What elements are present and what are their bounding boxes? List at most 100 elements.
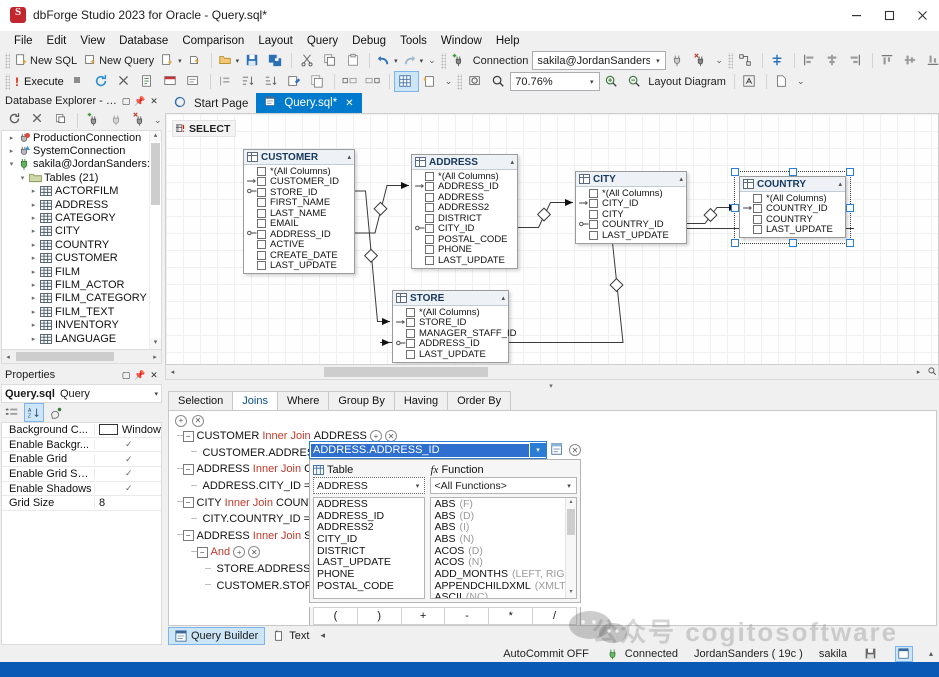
undo-button[interactable]: ▾	[374, 51, 400, 70]
diagram-column[interactable]: *(All Columns)	[412, 171, 517, 182]
property-row[interactable]: Background C...Window	[2, 423, 161, 438]
column-checkbox[interactable]	[406, 318, 415, 327]
column-checkbox[interactable]	[257, 167, 266, 176]
tree-expander-icon[interactable]: ▸	[28, 308, 39, 316]
diagram-column[interactable]: ADDRESS	[412, 192, 517, 203]
column-checkbox[interactable]	[257, 198, 266, 207]
scroll-left-icon[interactable]: ◂	[166, 368, 179, 376]
diagram-column[interactable]: LAST_UPDATE	[576, 230, 686, 241]
sort-asc-button[interactable]	[238, 72, 261, 91]
tree-node[interactable]: ▸CUSTOMER	[2, 252, 161, 265]
tab-having[interactable]: Having	[394, 391, 448, 410]
pin-icon[interactable]: 📌	[133, 94, 147, 108]
function-list-item[interactable]: ABS(D)	[431, 510, 576, 522]
checkbox-icon[interactable]: ✓	[125, 440, 134, 449]
column-checkbox[interactable]	[406, 350, 415, 359]
tree-node[interactable]: ▸ProductionConnection	[2, 131, 161, 144]
function-list-item[interactable]: ABS(F)	[431, 498, 576, 510]
column-checkbox[interactable]	[257, 209, 266, 218]
property-row[interactable]: Enable Grid Snap✓	[2, 467, 161, 482]
column-list-item[interactable]: LAST_UPDATE	[314, 556, 424, 568]
column-checkbox[interactable]	[425, 245, 434, 254]
collapse-icon[interactable]: ▴	[679, 175, 683, 183]
expander-icon[interactable]: −	[183, 431, 194, 442]
format-sql-button[interactable]	[183, 72, 206, 91]
tab-joins[interactable]: Joins	[232, 391, 278, 410]
add-connection-button[interactable]	[82, 111, 105, 130]
tree-node[interactable]: ▸FILM_TEXT	[2, 305, 161, 318]
float-window-icon[interactable]: ▢	[119, 94, 133, 108]
function-list-item[interactable]: ASCII(NC)	[431, 592, 576, 600]
tree-expander-icon[interactable]: ▸	[28, 227, 39, 235]
scroll-right-icon[interactable]: ▸	[149, 353, 161, 361]
property-row[interactable]: Enable Shadows✓	[2, 482, 161, 497]
tree-node[interactable]: ▸FILM_CATEGORY	[2, 292, 161, 305]
properties-grid[interactable]: Background C...WindowEnable Backgr...✓En…	[1, 422, 162, 645]
menu-edit[interactable]: Edit	[40, 33, 74, 49]
diagram-column[interactable]: CITY_ID	[412, 224, 517, 235]
database-tree[interactable]: ▸ProductionConnection▸SystemConnection▾s…	[1, 130, 162, 350]
column-list-item[interactable]: ADDRESS	[314, 498, 424, 510]
column-list-item[interactable]: CITY_ID	[314, 533, 424, 545]
column-checkbox[interactable]	[589, 231, 598, 240]
diagram-column[interactable]: STORE_ID	[244, 187, 354, 198]
add-condition-icon[interactable]: +	[233, 546, 245, 558]
operator-button[interactable]: *	[489, 608, 533, 624]
cut-button[interactable]	[296, 51, 319, 70]
column-checkbox[interactable]	[257, 188, 266, 197]
show-all-columns-button[interactable]	[339, 72, 362, 91]
chevron-down-icon[interactable]: ▾	[178, 57, 182, 65]
resize-handle[interactable]	[731, 239, 739, 247]
tab-selection[interactable]: Selection	[168, 391, 233, 410]
diagram-column[interactable]: *(All Columns)	[576, 188, 686, 199]
tree-node[interactable]: ▾sakila@JordanSanders:ORACL	[2, 158, 161, 171]
column-list-item[interactable]: ADDRESS2	[314, 521, 424, 533]
alphabetical-view-button[interactable]: AZ	[24, 403, 44, 422]
tree-node[interactable]: ▸ADDRESS	[2, 198, 161, 211]
chevron-down-icon[interactable]: ▾	[584, 78, 599, 86]
column-checkbox[interactable]	[257, 230, 266, 239]
collapse-icon[interactable]: ▴	[510, 158, 514, 166]
diagram-column[interactable]: MANAGER_STAFF_ID	[393, 328, 508, 339]
diagram-column[interactable]: LAST_NAME	[244, 208, 354, 219]
align-right-button[interactable]	[845, 51, 868, 70]
diagram-column[interactable]: LAST_UPDATE	[244, 261, 354, 272]
function-filter-select[interactable]: <All Functions> ▾	[430, 477, 577, 494]
resize-handle[interactable]	[846, 239, 854, 247]
chevron-down-icon[interactable]: ▾	[562, 482, 576, 490]
diagram-column[interactable]: STORE_ID	[393, 318, 508, 329]
tree-expander-icon[interactable]: ▸	[28, 241, 39, 249]
expander-icon[interactable]: −	[197, 547, 208, 558]
indent-button[interactable]	[215, 72, 238, 91]
select-statement-chip[interactable]: SELECT	[172, 120, 236, 137]
tree-expander-icon[interactable]: ▾	[6, 160, 17, 168]
tree-expander-icon[interactable]: ▸	[6, 147, 17, 155]
tree-expander-icon[interactable]: ▸	[28, 268, 39, 276]
tree-expander-icon[interactable]: ▸	[28, 214, 39, 222]
column-checkbox[interactable]	[589, 210, 598, 219]
zoom-in-button[interactable]	[600, 72, 623, 91]
property-value-cell[interactable]: ✓	[94, 469, 161, 478]
save-all-button[interactable]	[264, 51, 287, 70]
auto-layout-button[interactable]	[735, 51, 758, 70]
align-middle-button[interactable]	[822, 51, 845, 70]
close-button[interactable]	[906, 0, 939, 30]
column-checkbox[interactable]	[257, 219, 266, 228]
tree-node[interactable]: ▸LANGUAGE	[2, 332, 161, 345]
column-checkbox[interactable]	[425, 172, 434, 181]
diagram-table[interactable]: STORE▴*(All Columns)STORE_IDMANAGER_STAF…	[392, 290, 509, 363]
execute-button[interactable]: Execute	[22, 72, 68, 91]
scroll-thumb[interactable]	[16, 352, 114, 361]
operator-button[interactable]: /	[533, 608, 576, 624]
tree-node[interactable]: ▸COUNTRY	[2, 238, 161, 251]
table-select[interactable]: ADDRESS ▾	[313, 477, 425, 494]
chevron-down-icon[interactable]: ▾	[650, 57, 665, 65]
toolbar-overflow-button[interactable]: ⌄	[442, 76, 456, 87]
new-snippet-button[interactable]	[184, 51, 207, 70]
diagram-column[interactable]: *(All Columns)	[244, 166, 354, 177]
column-checkbox[interactable]	[257, 261, 266, 270]
function-list-item[interactable]: ABS(N)	[431, 533, 576, 545]
property-value-cell[interactable]: 8	[94, 497, 161, 509]
object-filter-button[interactable]	[50, 111, 73, 130]
copy-diagram-button[interactable]	[307, 72, 330, 91]
